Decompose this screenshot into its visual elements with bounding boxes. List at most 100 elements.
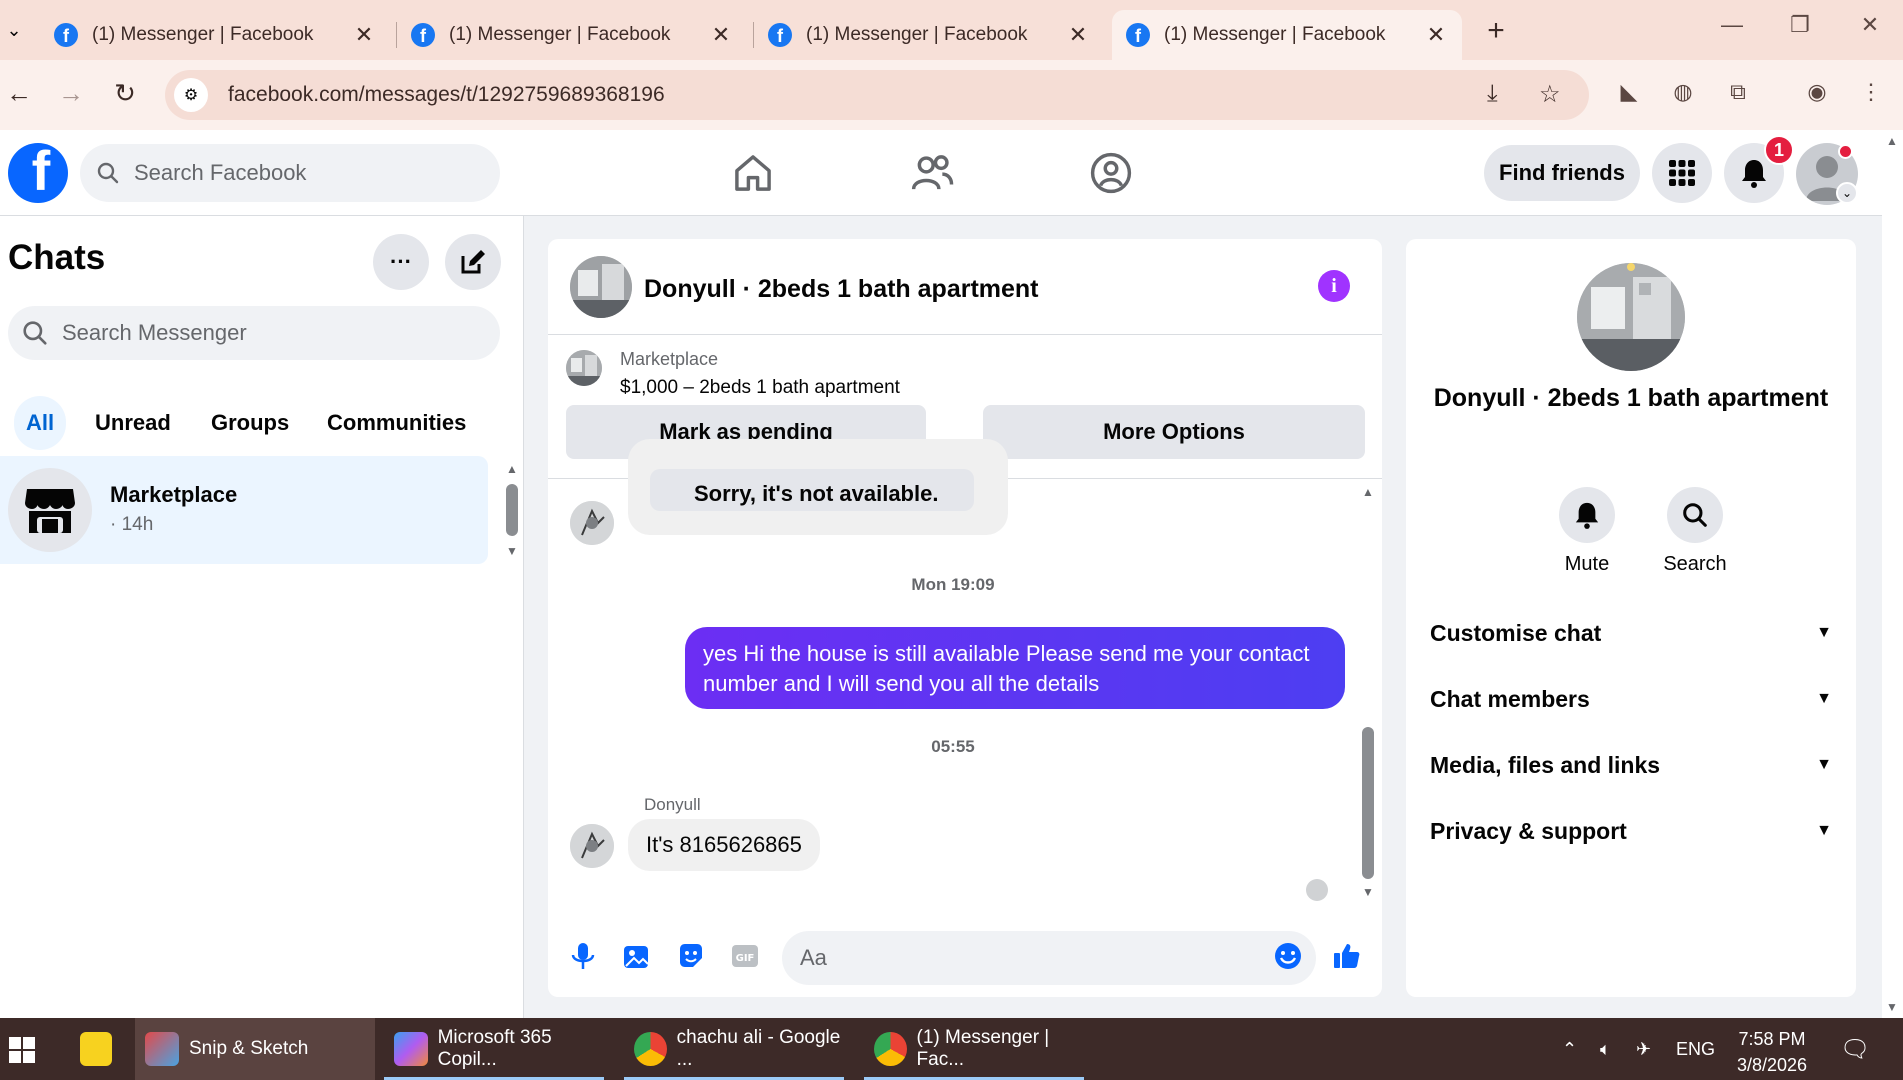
privacy-support-section[interactable]: Privacy & support ▼ [1430, 811, 1832, 851]
system-clock[interactable]: 7:58 PM 3/8/2026 [1724, 1026, 1820, 1078]
facebook-search[interactable] [80, 144, 500, 202]
customise-chat-section[interactable]: Customise chat ▼ [1430, 613, 1832, 653]
browser-tab[interactable]: f (1) Messenger | Facebook ✕ [40, 10, 390, 60]
profile-icon[interactable]: ◉ [1802, 79, 1832, 105]
facebook-favicon-icon: f [1126, 23, 1150, 47]
find-friends-button[interactable]: Find friends [1484, 145, 1640, 201]
close-tab-icon[interactable]: ✕ [1066, 22, 1090, 48]
listing-thumbnail[interactable] [566, 350, 602, 386]
scroll-down-arrow-icon[interactable]: ▼ [1886, 1000, 1898, 1014]
scroll-up-arrow-icon[interactable]: ▲ [506, 462, 518, 476]
conversation-scrollbar[interactable] [1362, 727, 1374, 879]
install-app-icon[interactable]: ⤓ [1487, 80, 1498, 108]
site-info-icon[interactable]: ⚙ [174, 78, 208, 112]
facebook-search-input[interactable] [134, 160, 434, 186]
url-text[interactable]: facebook.com/messages/t/1292759689368196 [228, 83, 665, 107]
browser-tab-bar: ⌄ f (1) Messenger | Facebook ✕ f (1) Mes… [0, 0, 1903, 60]
contact-avatar[interactable] [570, 256, 632, 318]
windows-start-icon[interactable] [8, 1036, 36, 1064]
conversation-header: Donyull · 2beds 1 bath apartment i [548, 239, 1382, 335]
minimize-icon[interactable]: — [1712, 12, 1752, 38]
incoming-message-text[interactable]: Sorry, it's not available. [694, 481, 938, 507]
home-icon[interactable] [730, 150, 776, 196]
browser-tab[interactable]: f (1) Messenger | Facebook ✕ [754, 10, 1104, 60]
emoji-icon[interactable] [1273, 941, 1303, 971]
airplane-mode-icon[interactable]: ✈︎ [1636, 1018, 1651, 1080]
page-scrollbar[interactable]: ▲ ▼ [1882, 130, 1903, 1018]
photo-gallery-icon[interactable] [622, 941, 652, 971]
media-files-links-section[interactable]: Media, files and links ▼ [1430, 745, 1832, 785]
messenger-search-input[interactable] [62, 320, 462, 346]
extensions-puzzle-icon[interactable]: ⧉ [1723, 79, 1753, 105]
scroll-down-arrow-icon[interactable]: ▼ [506, 544, 518, 558]
chat-members-section[interactable]: Chat members ▼ [1430, 679, 1832, 719]
close-tab-icon[interactable]: ✕ [709, 22, 733, 48]
search-in-conversation-action[interactable]: Search [1650, 487, 1740, 576]
taskbar-chrome-messenger[interactable]: (1) Messenger | Fac... [864, 1018, 1094, 1080]
more-options-ellipsis-icon[interactable]: ··· [373, 234, 429, 290]
listing-title[interactable]: $1,000 – 2beds 1 bath apartment [620, 377, 900, 399]
groups-icon[interactable] [1088, 150, 1134, 196]
back-arrow-icon[interactable]: ← [2, 78, 36, 109]
chat-list-item[interactable]: Marketplace · 14h [0, 456, 488, 564]
new-message-compose-icon[interactable] [445, 234, 501, 290]
new-tab-plus-icon[interactable]: + [1480, 14, 1512, 48]
taskbar-item-label: Snip & Sketch [189, 1038, 309, 1059]
windows-taskbar: Snip & Sketch Microsoft 365 Copil... cha… [0, 1018, 1903, 1080]
friends-icon[interactable] [909, 150, 955, 196]
browser-tab[interactable]: f (1) Messenger | Facebook ✕ [397, 10, 747, 60]
message-text-field[interactable] [800, 945, 1240, 971]
filter-groups[interactable]: Groups [199, 396, 301, 450]
conversation-title[interactable]: Donyull · 2beds 1 bath apartment [644, 275, 1039, 304]
contact-profile-photo[interactable] [1577, 263, 1685, 371]
taskbar-chrome-chachu[interactable]: chachu ali - Google ... [624, 1018, 854, 1080]
tab-search-chevron-icon[interactable]: ⌄ [0, 12, 28, 48]
close-tab-icon[interactable]: ✕ [1424, 22, 1448, 48]
extension-icon[interactable]: ◣ [1614, 79, 1644, 105]
taskbar-snip-sketch[interactable]: Snip & Sketch [135, 1018, 375, 1080]
section-label: Media, files and links [1430, 751, 1661, 778]
notification-center-icon[interactable]: 🗨︎ [1840, 1018, 1870, 1080]
menu-grid-icon[interactable] [1652, 143, 1712, 203]
outgoing-message[interactable]: yes Hi the house is still available Plea… [685, 627, 1345, 709]
marketplace-store-icon [8, 468, 92, 552]
chrome-icon [634, 1032, 667, 1066]
thumbs-up-icon[interactable] [1332, 941, 1362, 971]
vpn-globe-icon[interactable]: ◍ [1668, 79, 1698, 105]
restore-icon[interactable]: ❐ [1780, 12, 1820, 38]
bookmark-star-icon[interactable]: ☆ [1539, 80, 1561, 109]
tray-overflow-chevron-icon[interactable]: ⌃ [1562, 1018, 1577, 1080]
sticker-icon[interactable] [676, 941, 706, 971]
taskbar-m365-copilot[interactable]: Microsoft 365 Copil... [384, 1018, 614, 1080]
scroll-up-arrow-icon[interactable]: ▲ [1886, 134, 1898, 148]
sticky-notes-app[interactable] [70, 1018, 122, 1080]
message-input[interactable] [782, 931, 1316, 985]
address-bar[interactable]: ⚙ facebook.com/messages/t/12927596893681… [165, 70, 1589, 120]
menu-kebab-icon[interactable]: ⋮ [1856, 79, 1886, 105]
reload-icon[interactable]: ↻ [108, 78, 142, 109]
scroll-down-arrow-icon[interactable]: ▼ [1362, 885, 1374, 899]
incoming-message[interactable]: It's 8165626865 [628, 819, 820, 871]
close-tab-icon[interactable]: ✕ [352, 22, 376, 48]
close-window-icon[interactable]: ✕ [1850, 12, 1890, 38]
gif-icon[interactable]: GIF [730, 941, 760, 971]
filter-unread[interactable]: Unread [83, 396, 183, 450]
language-indicator[interactable]: ENG [1676, 1018, 1715, 1080]
messenger-search[interactable] [8, 306, 500, 360]
microphone-icon[interactable] [568, 941, 598, 971]
more-options-button[interactable]: More Options [983, 405, 1365, 459]
sidebar-scrollbar[interactable] [506, 484, 518, 536]
tab-title: (1) Messenger | Facebook [92, 24, 314, 45]
section-label: Chat members [1430, 685, 1590, 712]
browser-tab-active[interactable]: f (1) Messenger | Facebook ✕ [1112, 10, 1462, 60]
forward-arrow-icon[interactable]: → [54, 78, 88, 109]
volume-icon[interactable]: 🔈︎ [1600, 1018, 1611, 1080]
filter-communities[interactable]: Communities [315, 396, 478, 450]
scroll-up-arrow-icon[interactable]: ▲ [1362, 485, 1374, 499]
conversation-info-icon[interactable]: i [1318, 270, 1350, 302]
facebook-favicon-icon: f [411, 23, 435, 47]
mute-action[interactable]: Mute [1542, 487, 1632, 576]
account-chevron-down-icon[interactable]: ⌄ [1836, 182, 1858, 204]
filter-all[interactable]: All [14, 396, 67, 450]
facebook-logo-icon[interactable]: f [8, 143, 68, 203]
